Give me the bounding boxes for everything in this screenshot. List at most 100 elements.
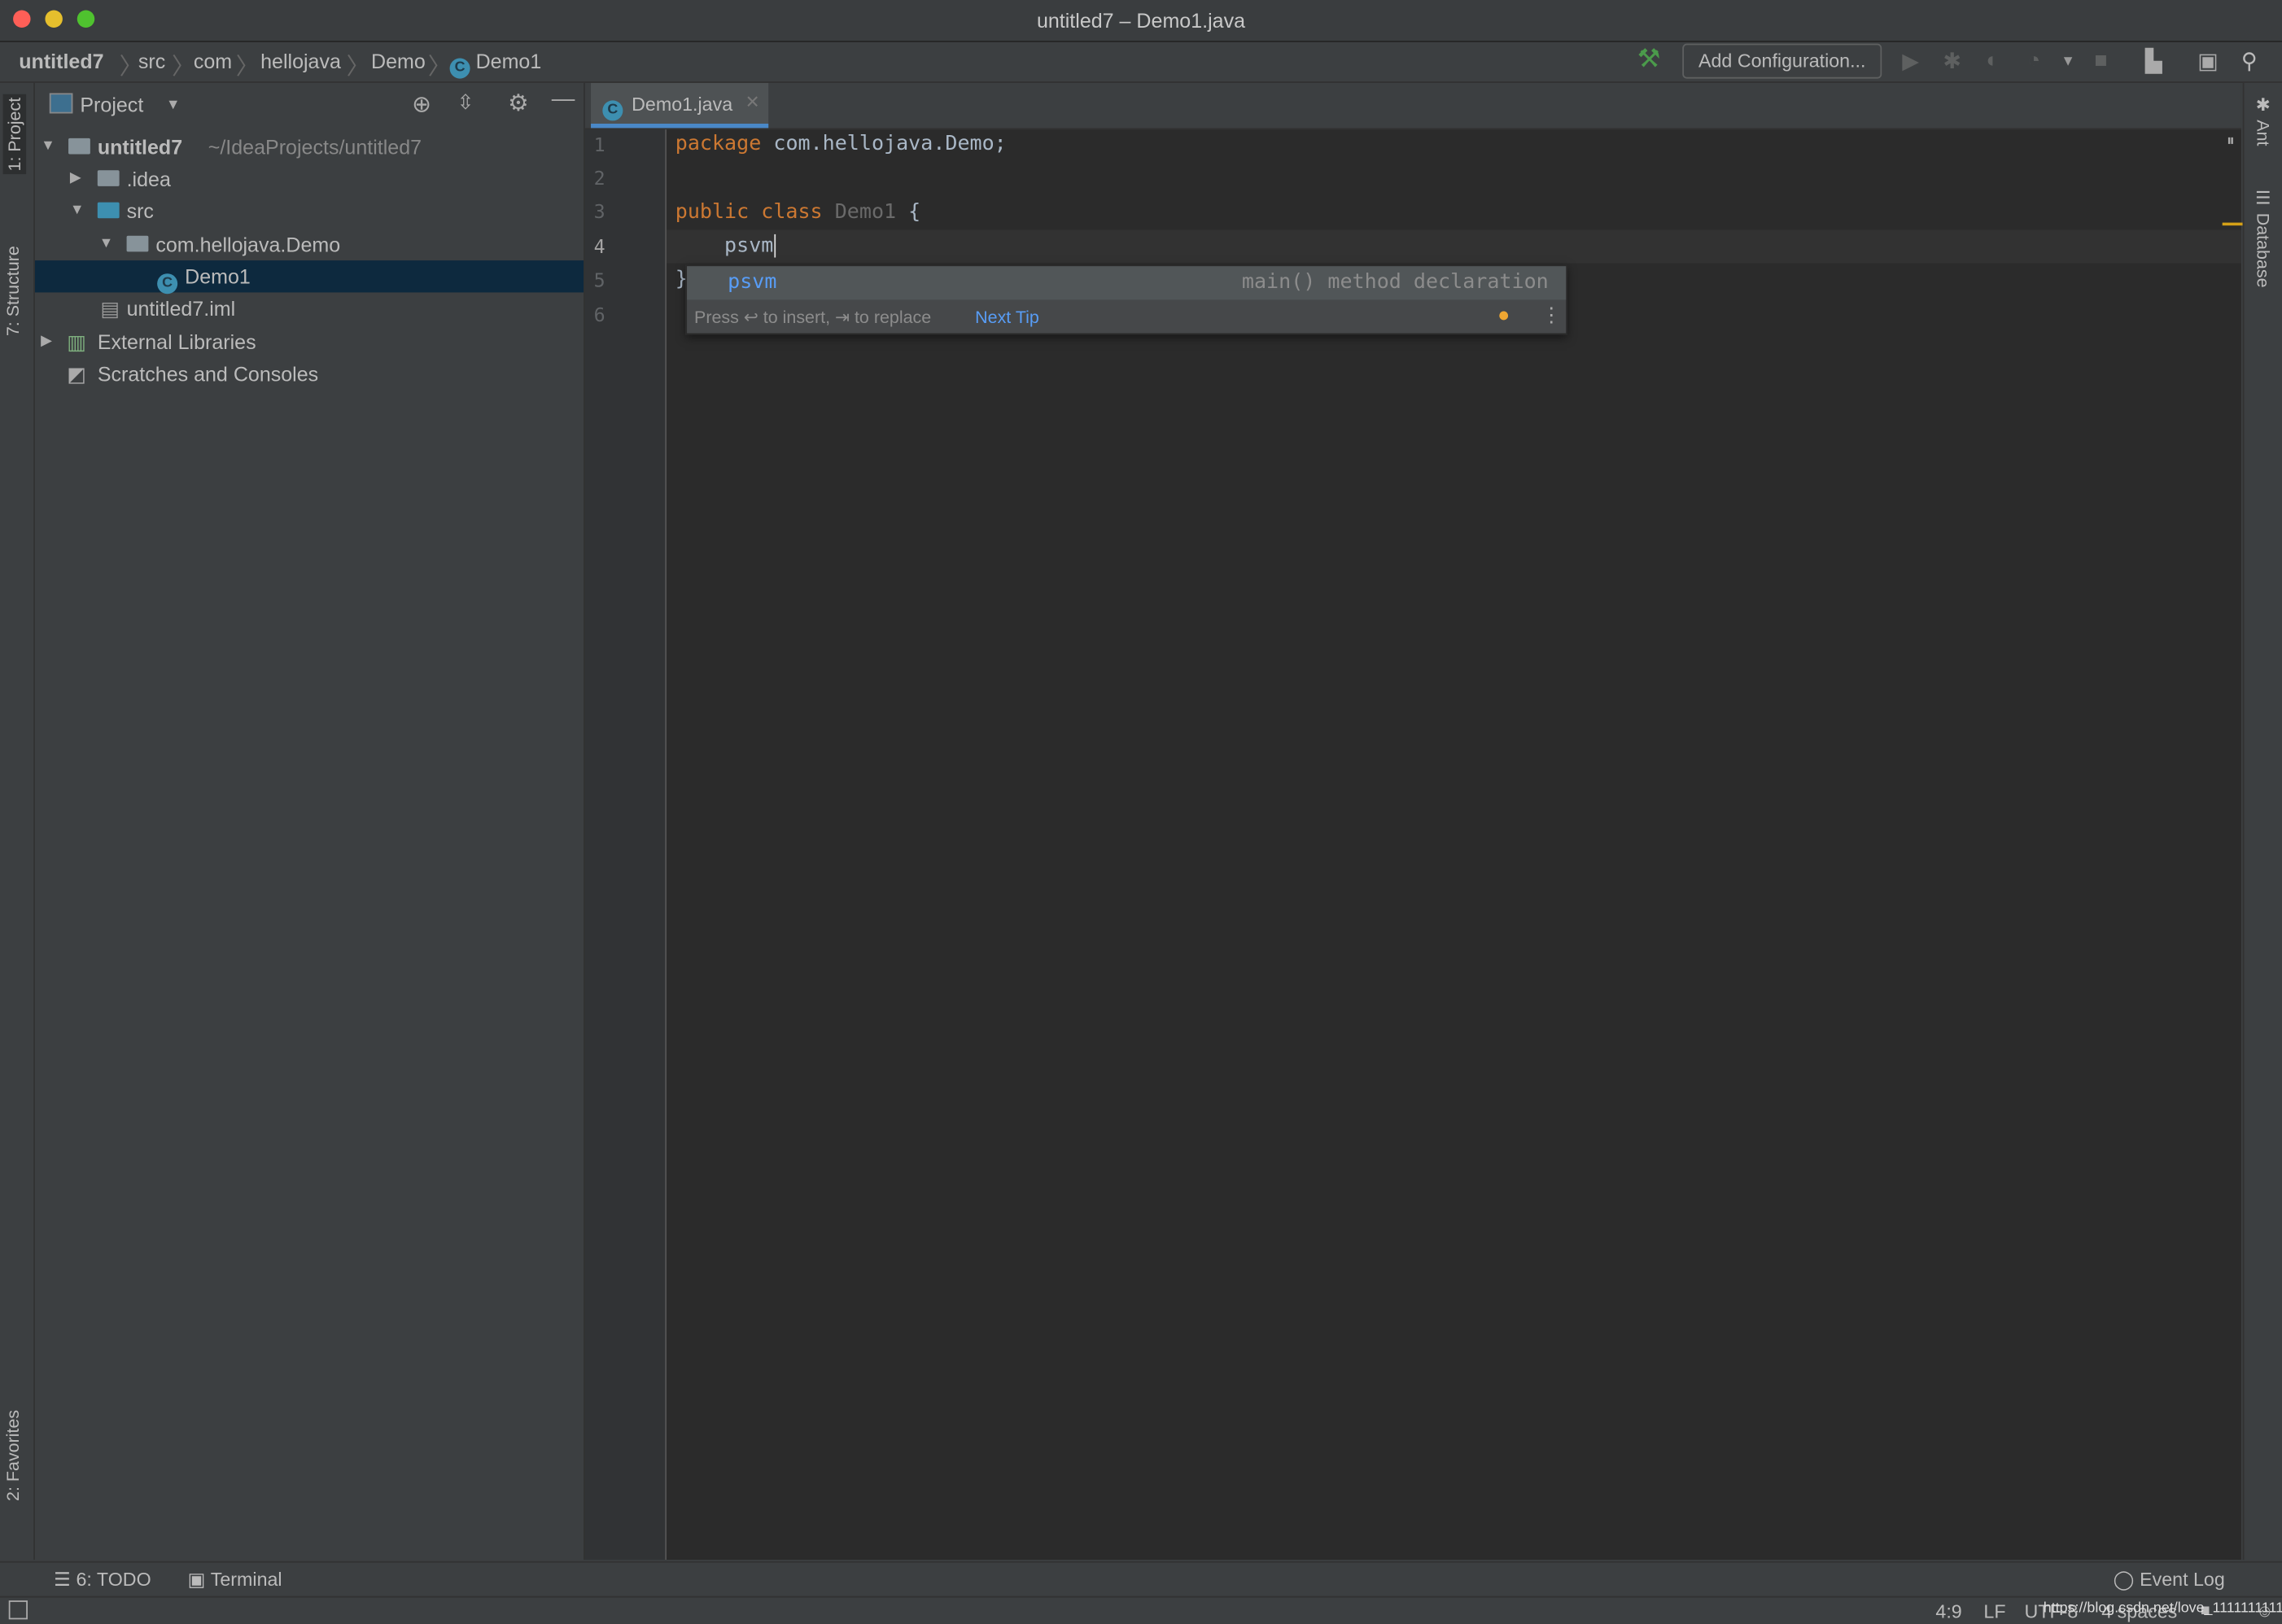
build-hammer-icon[interactable]: ⚒ — [1637, 44, 1661, 75]
breadcrumb-com[interactable]: com — [194, 50, 232, 73]
todo-tool-button[interactable]: ☰ 6: TODO — [54, 1569, 151, 1592]
project-path: ~/IdeaProjects/untitled7 — [208, 135, 422, 159]
caret-position[interactable]: 4:9 — [1935, 1600, 1961, 1622]
title-bar: untitled7 – Demo1.java — [0, 0, 2282, 42]
breadcrumb-project[interactable]: untitled7 — [19, 50, 103, 73]
terminal-icon[interactable]: ▣ — [2197, 48, 2218, 74]
completion-hint: Press ↩ to insert, ⇥ to replace — [694, 307, 932, 328]
code-text: com.hellojava.Demo; — [761, 132, 1007, 156]
tree-item-demo1[interactable]: C Demo1 — [34, 260, 584, 295]
breadcrumb-demo1[interactable]: C Demo1 — [449, 50, 541, 79]
lightbulb-icon[interactable]: ● — [1497, 303, 1510, 326]
tab-demo1-java[interactable]: C Demo1.java ✕ — [591, 82, 769, 129]
database-tool-tab[interactable]: ☰ Database — [2253, 188, 2273, 288]
add-configuration-button[interactable]: Add Configuration... — [1682, 43, 1882, 79]
project-tool-tab[interactable]: 1: Project — [2, 94, 27, 175]
chevron-right-icon: 〉 — [235, 55, 260, 81]
project-view-title[interactable]: Project — [80, 93, 143, 116]
ant-label: Ant — [2253, 120, 2274, 146]
close-tab-icon[interactable]: ✕ — [745, 92, 760, 112]
tree-item-label: untitled7.iml — [126, 296, 236, 321]
ant-tool-tab[interactable]: ✱ Ant — [2253, 94, 2273, 146]
coverage-icon[interactable]: ◖ — [1983, 48, 1996, 72]
code-text: psvm — [675, 234, 774, 258]
project-panel: Project ▼ ⊕ ⇳ ⚙ — ▼ untitled7 ~/IdeaProj… — [34, 82, 585, 1561]
tree-item-iml[interactable]: ▤ untitled7.iml — [35, 292, 584, 324]
collapsed-arrow-icon: ▶ — [41, 333, 52, 350]
tree-item-label: .idea — [126, 167, 171, 191]
right-tool-stripe: ✱ Ant ☰ Database — [2242, 82, 2282, 1561]
list-icon: ☰ — [54, 1568, 72, 1591]
chevron-down-icon[interactable]: ▼ — [2061, 54, 2075, 70]
tree-item-project-root[interactable]: ▼ untitled7 ~/IdeaProjects/untitled7 — [35, 131, 584, 163]
navigation-bar: untitled7 〉 src 〉 com 〉 hellojava 〉 Demo… — [0, 41, 2282, 83]
debug-icon[interactable]: ✱ — [1943, 48, 1961, 74]
class-icon: C — [602, 93, 623, 121]
breadcrumb-hellojava[interactable]: hellojava — [260, 50, 341, 73]
event-log-label: Event Log — [2140, 1568, 2225, 1591]
collapse-all-icon[interactable]: ⇳ — [457, 90, 474, 115]
line-number: 2 — [593, 168, 605, 191]
todo-label: 6: TODO — [76, 1568, 151, 1591]
tree-item-package[interactable]: ▼ com.hellojava.Demo — [35, 229, 584, 260]
chevron-right-icon: 〉 — [346, 55, 370, 81]
tree-item-label: External Libraries — [97, 330, 256, 354]
database-icon: ☰ — [2253, 187, 2274, 208]
tree-item-idea[interactable]: ▶ .idea — [35, 163, 584, 194]
gear-icon[interactable]: ⚙ — [508, 89, 529, 118]
inspection-status-icon[interactable]: ⏸ — [2227, 133, 2235, 151]
line-number: 6 — [593, 305, 605, 328]
module-file-icon: ▤ — [100, 296, 120, 321]
module-folder-icon — [68, 138, 90, 155]
class-icon: C — [449, 58, 470, 79]
search-icon[interactable]: ⚲ — [2241, 48, 2258, 74]
favorites-tool-tab[interactable]: 2: Favorites — [3, 1410, 24, 1501]
tool-windows-toggle-icon[interactable] — [8, 1600, 28, 1620]
tree-item-label: src — [126, 199, 154, 223]
current-line-highlight — [667, 229, 2241, 264]
terminal-tool-button[interactable]: ▣ Terminal — [188, 1569, 282, 1592]
tree-item-label: Scratches and Consoles — [97, 362, 319, 386]
caret — [775, 234, 776, 258]
project-structure-icon[interactable]: ▙ — [2145, 48, 2162, 74]
line-number: 5 — [593, 270, 605, 293]
class-icon: C — [157, 260, 178, 295]
status-bar: 4:9 LF UTF-8 4 spaces ■ ☺ https://blog.c… — [0, 1596, 2282, 1624]
terminal-icon: ▣ — [187, 1568, 206, 1591]
tree-item-external-libraries[interactable]: ▶ ▥ External Libraries — [35, 326, 584, 358]
ant-icon: ✱ — [2253, 94, 2274, 116]
hide-icon[interactable]: — — [552, 87, 575, 113]
locate-icon[interactable]: ⊕ — [412, 90, 431, 120]
stop-icon[interactable]: ■ — [2094, 48, 2107, 72]
completion-item-label: psvm — [728, 270, 777, 295]
keyword: public class — [675, 200, 823, 225]
more-options-icon[interactable]: ⋮ — [1541, 303, 1562, 327]
breadcrumb-demo[interactable]: Demo — [371, 50, 426, 73]
libraries-icon: ▥ — [67, 330, 86, 354]
left-tool-stripe: 1: Project 7: Structure 2: Favorites — [0, 82, 35, 1561]
code-text: { — [896, 200, 921, 225]
profile-icon[interactable]: ◔ — [2027, 48, 2040, 72]
tree-item-label: untitled7 — [97, 135, 183, 159]
scrollbar-marker[interactable] — [2222, 222, 2243, 226]
breadcrumb-src[interactable]: src — [138, 50, 165, 73]
code-line-4: psvm — [675, 234, 776, 258]
gutter: 1 2 3 4 5 6 — [584, 129, 667, 1561]
expanded-arrow-icon: ▼ — [69, 202, 85, 219]
tree-item-src[interactable]: ▼ src — [35, 195, 584, 227]
line-number: 3 — [593, 202, 605, 225]
structure-tool-tab[interactable]: 7: Structure — [3, 246, 24, 336]
source-folder-icon — [97, 202, 120, 219]
chevron-right-icon: 〉 — [172, 55, 195, 81]
line-separator[interactable]: LF — [1983, 1600, 2005, 1622]
watermark: https://blog.csdn.net/love_1111111111 — [2043, 1600, 2282, 1617]
line-number: 1 — [593, 135, 605, 158]
event-log-button[interactable]: ◯ Event Log — [2114, 1569, 2225, 1592]
completion-item[interactable]: psvm main() method declaration — [687, 266, 1567, 300]
chevron-right-icon: 〉 — [427, 55, 452, 81]
tree-item-scratches[interactable]: ◩ Scratches and Consoles — [35, 358, 584, 390]
next-tip-link[interactable]: Next Tip — [975, 307, 1039, 327]
run-icon[interactable]: ▶ — [1902, 48, 1919, 74]
chevron-down-icon[interactable]: ▼ — [166, 98, 181, 114]
expanded-arrow-icon: ▼ — [41, 138, 55, 155]
